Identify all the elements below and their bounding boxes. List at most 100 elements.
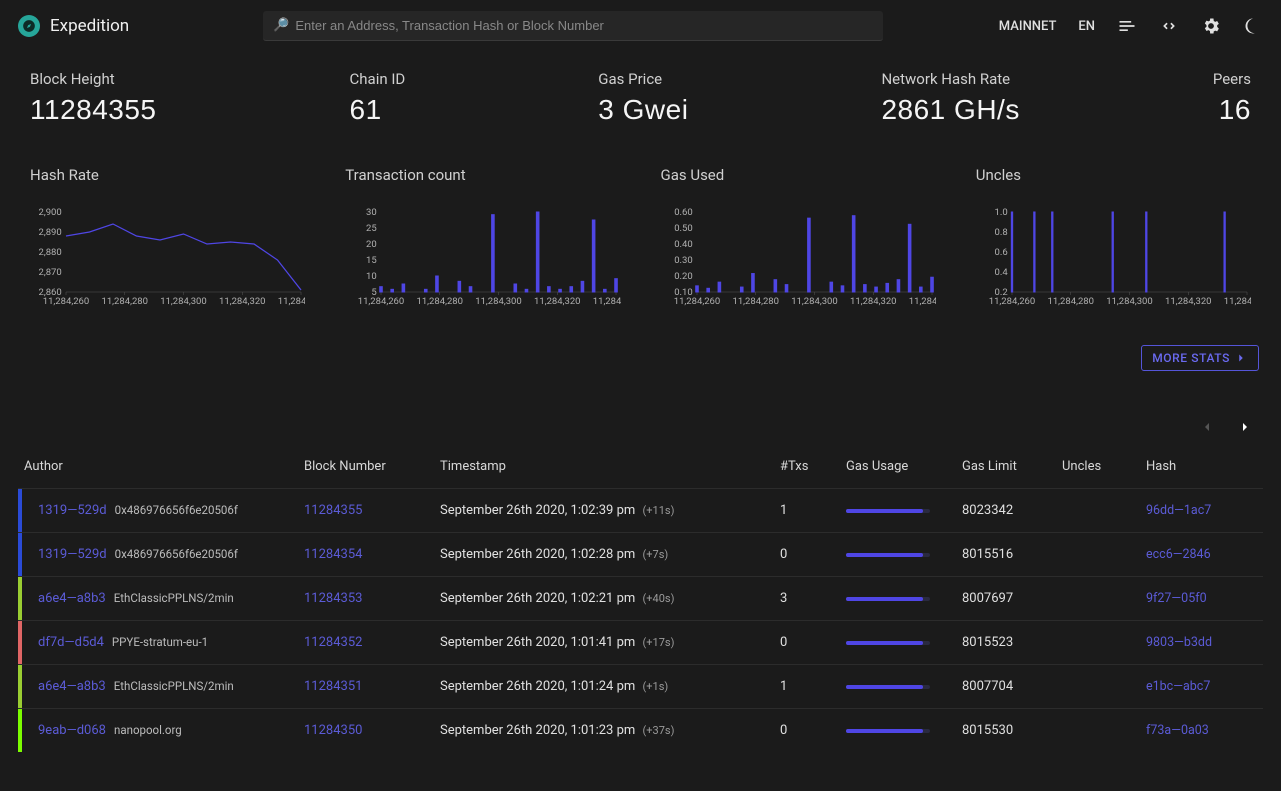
author-hash-link[interactable]: 9eab—d068 bbox=[38, 723, 106, 738]
svg-text:11,284,260: 11,284,260 bbox=[673, 296, 720, 307]
author-hash-link[interactable]: 1319—529d bbox=[38, 503, 107, 518]
author-extra: nanopool.org bbox=[114, 723, 182, 737]
stat-label: Chain ID bbox=[350, 70, 406, 88]
uncles-cell bbox=[1056, 709, 1140, 753]
th-gl: Gas Limit bbox=[956, 449, 1056, 489]
compass-icon bbox=[18, 15, 40, 37]
svg-text:11,284,300: 11,284,300 bbox=[791, 296, 838, 307]
block-hash-link[interactable]: e1bc—abc7 bbox=[1146, 679, 1210, 694]
dark-mode-icon[interactable] bbox=[1243, 16, 1263, 36]
svg-text:0.4: 0.4 bbox=[994, 267, 1007, 278]
svg-text:11,284,260: 11,284,260 bbox=[358, 296, 405, 307]
stat-value: 2861 GH/s bbox=[881, 94, 1019, 126]
author-hash-link[interactable]: df7d—d5d4 bbox=[38, 635, 104, 650]
search-bar[interactable]: 🔎 bbox=[263, 11, 883, 41]
svg-text:11,284,320: 11,284,320 bbox=[850, 296, 897, 307]
pager-prev[interactable] bbox=[1197, 417, 1217, 437]
chevron-right-icon bbox=[1237, 419, 1253, 435]
gas-usage-bar bbox=[846, 685, 930, 689]
stat-peers: Peers 16 bbox=[1213, 70, 1251, 126]
th-gu: Gas Usage bbox=[840, 449, 956, 489]
chart-hashrate: Hash Rate 2,9002,8902,8802,8702,86011,28… bbox=[30, 166, 305, 315]
svg-text:11,284,280: 11,284,280 bbox=[732, 296, 779, 307]
gas-limit-cell: 8007697 bbox=[956, 577, 1056, 621]
uncles-cell bbox=[1056, 577, 1140, 621]
gas-limit-cell: 8007704 bbox=[956, 665, 1056, 709]
menu-icon[interactable] bbox=[1117, 16, 1137, 36]
brand-name: Expedition bbox=[50, 16, 129, 36]
author-extra: EthClassicPPLNS/2min bbox=[114, 679, 234, 693]
txs-cell: 1 bbox=[774, 489, 840, 533]
th-block: Block Number bbox=[298, 449, 434, 489]
chart-uncles: Uncles 1.00.80.60.40.211,284,26011,284,2… bbox=[976, 166, 1251, 315]
svg-text:11,284,260: 11,284,260 bbox=[43, 296, 90, 307]
stat-value: 3 Gwei bbox=[598, 94, 688, 126]
stat-label: Gas Price bbox=[598, 70, 688, 88]
network-selector[interactable]: MAINNET bbox=[999, 19, 1057, 34]
language-selector[interactable]: EN bbox=[1078, 19, 1095, 34]
stat-value: 16 bbox=[1219, 94, 1251, 126]
block-number-link[interactable]: 11284351 bbox=[304, 679, 362, 694]
block-hash-link[interactable]: 9f27—05f0 bbox=[1146, 591, 1207, 606]
stat-value: 61 bbox=[350, 94, 406, 126]
block-hash-link[interactable]: f73a—0a03 bbox=[1146, 723, 1209, 738]
block-hash-link[interactable]: ecc6—2846 bbox=[1146, 547, 1211, 562]
svg-text:11,284,320: 11,284,320 bbox=[534, 296, 581, 307]
timestamp-cell: September 26th 2020, 1:01:41 pm (+17s) bbox=[434, 621, 774, 665]
brand[interactable]: Expedition bbox=[18, 15, 129, 37]
stat-value: 11284355 bbox=[30, 94, 157, 126]
search-input[interactable] bbox=[295, 18, 873, 33]
table-row: 1319—529d0x486976656f6e20506f11284354Sep… bbox=[18, 533, 1263, 577]
chart-svg-hashrate: 2,9002,8902,8802,8702,86011,284,26011,28… bbox=[30, 206, 305, 311]
svg-text:2,900: 2,900 bbox=[38, 207, 61, 218]
svg-text:30: 30 bbox=[366, 207, 377, 218]
svg-text:25: 25 bbox=[366, 223, 377, 234]
block-number-link[interactable]: 11284352 bbox=[304, 635, 362, 650]
svg-text:11,284,280: 11,284,280 bbox=[1047, 296, 1094, 307]
svg-text:0.40: 0.40 bbox=[674, 239, 693, 250]
stat-chain-id: Chain ID 61 bbox=[350, 70, 406, 126]
gas-limit-cell: 8023342 bbox=[956, 489, 1056, 533]
th-hash: Hash bbox=[1140, 449, 1263, 489]
author-hash-link[interactable]: 1319—529d bbox=[38, 547, 107, 562]
svg-text:2,890: 2,890 bbox=[38, 227, 61, 238]
th-author: Author bbox=[18, 449, 298, 489]
svg-text:11,284,340: 11,284,340 bbox=[908, 296, 935, 307]
app-header: Expedition 🔎 MAINNET EN bbox=[0, 0, 1281, 52]
author-hash-link[interactable]: a6e4—a8b3 bbox=[38, 679, 106, 694]
chart-title: Uncles bbox=[976, 166, 1251, 184]
svg-text:11,284,280: 11,284,280 bbox=[417, 296, 464, 307]
header-right: MAINNET EN bbox=[999, 16, 1263, 36]
block-hash-link[interactable]: 96dd—1ac7 bbox=[1146, 503, 1211, 518]
chart-title: Transaction count bbox=[345, 166, 620, 184]
svg-text:11,284,300: 11,284,300 bbox=[160, 296, 207, 307]
block-number-link[interactable]: 11284355 bbox=[304, 503, 362, 518]
gas-usage-bar bbox=[846, 553, 930, 557]
block-number-link[interactable]: 11284350 bbox=[304, 723, 362, 738]
chart-txcount: Transaction count 3025201510511,284,2601… bbox=[345, 166, 620, 315]
pager-next[interactable] bbox=[1235, 417, 1255, 437]
author-extra: 0x486976656f6e20506f bbox=[115, 503, 238, 517]
svg-text:0.8: 0.8 bbox=[994, 227, 1007, 238]
more-stats-button[interactable]: MORE STATS bbox=[1141, 345, 1259, 371]
code-icon[interactable] bbox=[1159, 16, 1179, 36]
charts-row: Hash Rate 2,9002,8902,8802,8702,86011,28… bbox=[0, 136, 1281, 325]
more-stats-row: MORE STATS bbox=[0, 325, 1281, 377]
block-number-link[interactable]: 11284354 bbox=[304, 547, 362, 562]
search-icon: 🔎 bbox=[273, 18, 289, 33]
more-stats-label: MORE STATS bbox=[1152, 351, 1230, 365]
timestamp-cell: September 26th 2020, 1:02:21 pm (+40s) bbox=[434, 577, 774, 621]
block-number-link[interactable]: 11284353 bbox=[304, 591, 362, 606]
stat-gas-price: Gas Price 3 Gwei bbox=[598, 70, 688, 126]
svg-text:10: 10 bbox=[366, 271, 377, 282]
author-extra: PPYE-stratum-eu-1 bbox=[112, 635, 208, 649]
settings-icon[interactable] bbox=[1201, 16, 1221, 36]
author-hash-link[interactable]: a6e4—a8b3 bbox=[38, 591, 106, 606]
chevron-right-icon bbox=[1234, 351, 1248, 365]
pager-row bbox=[0, 377, 1281, 441]
block-hash-link[interactable]: 9803—b3dd bbox=[1146, 635, 1212, 650]
table-row: 9eab—d068nanopool.org11284350September 2… bbox=[18, 709, 1263, 753]
svg-text:11,284,340: 11,284,340 bbox=[1224, 296, 1251, 307]
timestamp-cell: September 26th 2020, 1:02:39 pm (+11s) bbox=[434, 489, 774, 533]
gas-limit-cell: 8015530 bbox=[956, 709, 1056, 753]
